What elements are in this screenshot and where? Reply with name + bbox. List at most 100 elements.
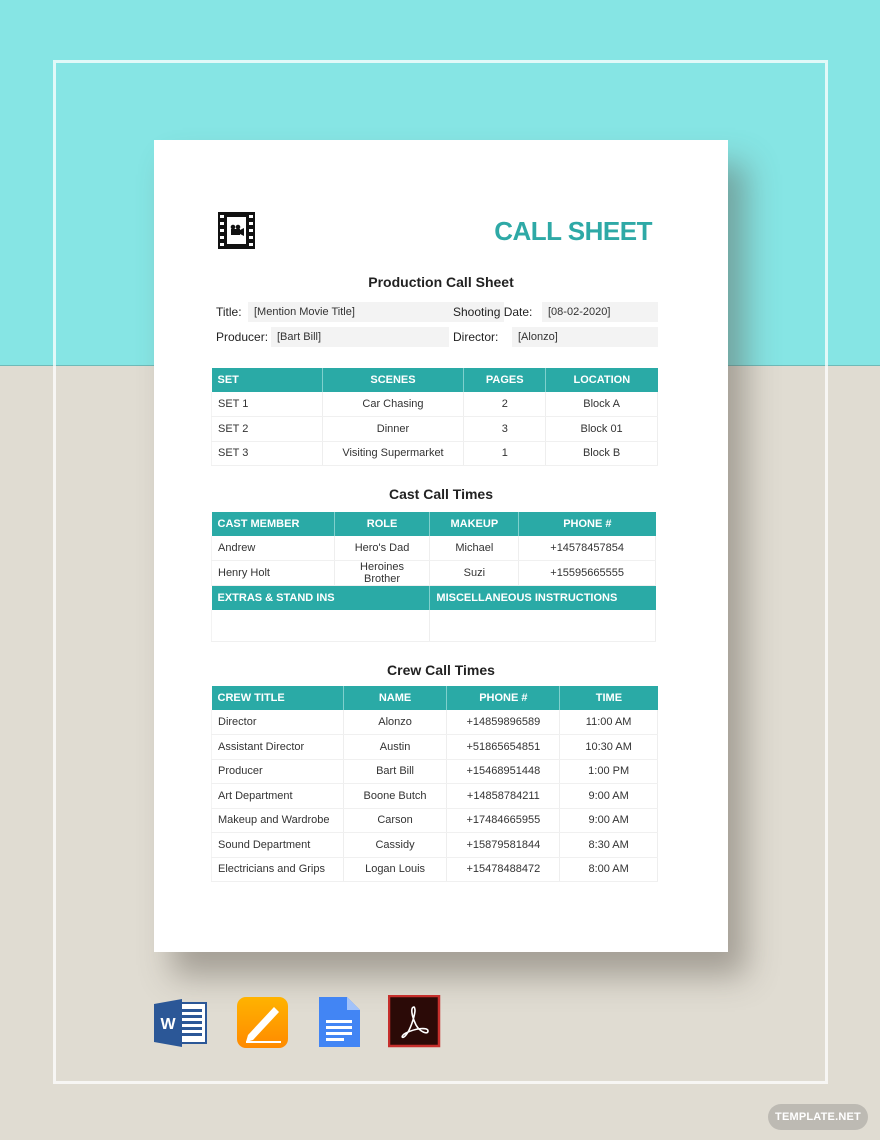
- table-cell: 9:00 AM: [559, 808, 658, 833]
- table-row: Sound Department Cassidy +15879581844 8:…: [211, 832, 658, 858]
- table-cell: SET 3: [211, 441, 323, 466]
- misc-instructions-field[interactable]: [429, 609, 656, 642]
- table-row: SET 1 Car Chasing 2 Block A: [211, 392, 658, 417]
- table-cell: SET 2: [211, 416, 323, 442]
- sets-table: SET SCENES PAGES LOCATION SET 1 Car Chas…: [211, 368, 658, 466]
- table-cell: Henry Holt: [211, 560, 335, 586]
- table-cell: +15468951448: [446, 759, 561, 784]
- table-cell: SET 1: [211, 392, 323, 417]
- table-cell: 1:00 PM: [559, 759, 658, 784]
- table-cell: Block B: [545, 441, 658, 466]
- extras-misc-row: [210, 609, 656, 642]
- cast-table: CAST MEMBER ROLE MAKEUP PHONE # Andrew H…: [210, 512, 656, 642]
- table-row: Director Alonzo +14859896589 11:00 AM: [211, 710, 658, 735]
- column-header: ROLE: [334, 512, 431, 536]
- shooting-date-label: Shooting Date:: [453, 305, 533, 319]
- table-cell: 9:00 AM: [559, 783, 658, 809]
- column-header: TIME: [559, 686, 658, 710]
- table-cell: Block 01: [545, 416, 658, 442]
- table-cell: Producer: [211, 759, 344, 784]
- table-cell: Suzi: [429, 560, 520, 586]
- table-cell: Dinner: [322, 416, 465, 442]
- table-cell: 8:00 AM: [559, 857, 658, 882]
- section-title-cast: Cast Call Times: [388, 486, 493, 502]
- cast-table-header: CAST MEMBER ROLE MAKEUP PHONE #: [211, 512, 656, 536]
- column-header: SCENES: [322, 368, 465, 392]
- table-cell: Director: [211, 710, 344, 735]
- pages-icon[interactable]: [236, 995, 291, 1050]
- table-row: Assistant Director Austin +51865654851 1…: [211, 734, 658, 760]
- director-field[interactable]: [Alonzo]: [512, 327, 658, 347]
- table-cell: Assistant Director: [211, 734, 344, 760]
- table-cell: 2: [463, 392, 547, 417]
- table-row: Makeup and Wardrobe Carson +17484665955 …: [211, 808, 658, 833]
- table-cell: Bart Bill: [343, 759, 448, 784]
- table-cell: 1: [463, 441, 547, 466]
- table-cell: +14859896589: [446, 710, 561, 735]
- table-row: Henry Holt Heroines Brother Suzi +155956…: [211, 560, 656, 586]
- table-cell: Hero's Dad: [334, 536, 431, 561]
- document-title: CALL SHEET: [494, 216, 652, 246]
- word-icon[interactable]: W: [152, 995, 207, 1050]
- table-row: Electricians and Grips Logan Louis +1547…: [211, 857, 658, 882]
- table-cell: Alonzo: [343, 710, 448, 735]
- misc-header: MISCELLANEOUS INSTRUCTIONS: [429, 585, 656, 610]
- column-header: MAKEUP: [429, 512, 520, 536]
- template-watermark: TEMPLATE.NET: [768, 1104, 868, 1130]
- table-row: SET 3 Visiting Supermarket 1 Block B: [211, 441, 658, 466]
- column-header: CAST MEMBER: [211, 512, 335, 536]
- section-title-crew: Crew Call Times: [387, 662, 495, 678]
- pdf-icon[interactable]: [388, 995, 443, 1050]
- table-cell: +14858784211: [446, 783, 561, 809]
- table-row: Andrew Hero's Dad Michael +14578457854: [211, 536, 656, 561]
- extras-header: EXTRAS & STAND INS: [211, 585, 431, 610]
- shooting-date-field[interactable]: [08-02-2020]: [542, 302, 658, 322]
- call-sheet-page: CALL SHEET Production Call Sheet Title: …: [154, 140, 728, 952]
- column-header: NAME: [343, 686, 448, 710]
- column-header: PAGES: [463, 368, 547, 392]
- column-header: CREW TITLE: [211, 686, 344, 710]
- column-header: PHONE #: [518, 512, 656, 536]
- table-cell: +51865654851: [446, 734, 561, 760]
- table-cell: Carson: [343, 808, 448, 833]
- column-header: SET: [211, 368, 323, 392]
- table-cell: Makeup and Wardrobe: [211, 808, 344, 833]
- table-cell: Logan Louis: [343, 857, 448, 882]
- table-cell: Art Department: [211, 783, 344, 809]
- extras-field[interactable]: [210, 609, 431, 642]
- title-label: Title:: [216, 305, 242, 319]
- table-cell: +15879581844: [446, 832, 561, 858]
- table-cell: Heroines Brother: [334, 560, 431, 586]
- table-row: Art Department Boone Butch +14858784211 …: [211, 783, 658, 809]
- producer-label: Producer:: [216, 330, 269, 344]
- table-row: Producer Bart Bill +15468951448 1:00 PM: [211, 759, 658, 784]
- table-cell: Car Chasing: [322, 392, 465, 417]
- crew-table-header: CREW TITLE NAME PHONE # TIME: [211, 686, 658, 710]
- word-letter: W: [160, 1016, 176, 1033]
- film-camera-icon: [218, 212, 255, 249]
- table-cell: 10:30 AM: [559, 734, 658, 760]
- table-cell: 8:30 AM: [559, 832, 658, 858]
- table-cell: Electricians and Grips: [211, 857, 344, 882]
- column-header: LOCATION: [545, 368, 658, 392]
- table-cell: 3: [463, 416, 547, 442]
- section-title-production: Production Call Sheet: [368, 274, 514, 290]
- table-cell: Austin: [343, 734, 448, 760]
- table-cell: +17484665955: [446, 808, 561, 833]
- google-docs-icon[interactable]: [315, 995, 370, 1050]
- table-cell: Cassidy: [343, 832, 448, 858]
- table-cell: Sound Department: [211, 832, 344, 858]
- table-cell: +15478488472: [446, 857, 561, 882]
- table-cell: +15595665555: [518, 560, 656, 586]
- table-row: SET 2 Dinner 3 Block 01: [211, 416, 658, 442]
- sets-table-header: SET SCENES PAGES LOCATION: [211, 368, 658, 392]
- table-cell: Block A: [545, 392, 658, 417]
- crew-table: CREW TITLE NAME PHONE # TIME Director Al…: [211, 686, 658, 882]
- table-cell: 11:00 AM: [559, 710, 658, 735]
- director-label: Director:: [453, 330, 499, 344]
- format-icons: W: [0, 995, 880, 1050]
- extras-misc-header: EXTRAS & STAND INS MISCELLANEOUS INSTRUC…: [211, 585, 656, 610]
- producer-field[interactable]: [Bart Bill]: [271, 327, 449, 347]
- column-header: PHONE #: [446, 686, 561, 710]
- info-row-producer: Producer: [Bart Bill] Director: [Alonzo]: [216, 327, 658, 347]
